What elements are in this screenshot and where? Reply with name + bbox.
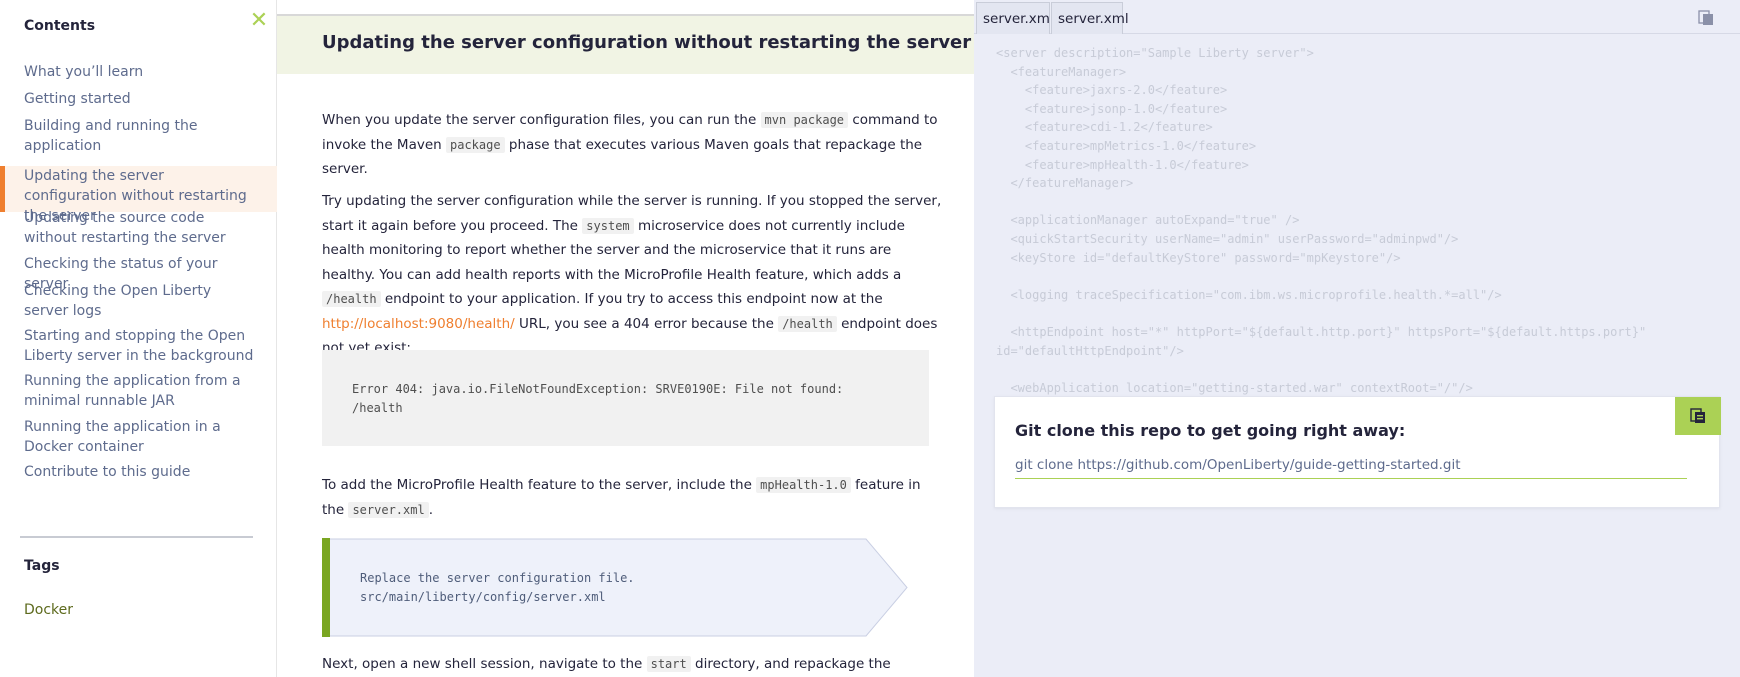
toc-item[interactable]: What you’ll learn xyxy=(0,62,277,82)
error-code: Error 404: java.io.FileNotFoundException… xyxy=(352,382,844,415)
text: When you update the server configuration… xyxy=(322,112,761,128)
text: . xyxy=(428,501,433,518)
inline-code: mvn package xyxy=(760,112,849,128)
paragraph-1: When you update the server configuration… xyxy=(322,108,942,182)
health-endpoint-link[interactable]: http://localhost:9080/health/ xyxy=(322,316,515,332)
toc-item[interactable]: Running the application from a minimal r… xyxy=(0,371,277,411)
file-tab-bar: server.xml server.xml xyxy=(974,0,1740,34)
toc-item[interactable]: Checking the Open Liberty server logs xyxy=(0,281,277,321)
inline-code: start xyxy=(646,656,691,672)
replace-file-action[interactable]: Replace the server configuration file. s… xyxy=(322,538,908,637)
inline-code: mpHealth-1.0 xyxy=(756,477,851,493)
action-text: Replace the server configuration file. s… xyxy=(360,571,635,604)
toc-item[interactable]: Getting started xyxy=(0,89,277,109)
inline-code: /health xyxy=(778,315,837,332)
text: To add the MicroProfile Health feature t… xyxy=(322,477,757,493)
copy-clone-button[interactable] xyxy=(1675,397,1721,435)
code-panel: server.xml server.xml <server descriptio… xyxy=(974,0,1740,677)
git-clone-command[interactable]: git clone https://github.com/OpenLiberty… xyxy=(1015,457,1687,479)
toc-item[interactable]: Contribute to this guide xyxy=(0,462,277,482)
toc-item[interactable]: Starting and stopping the Open Liberty s… xyxy=(0,326,277,366)
tab-server-xml-1[interactable]: server.xml xyxy=(976,2,1054,34)
sidebar: Contents ✕ What you’ll learn Getting star… xyxy=(0,0,277,677)
text: endpoint to your application. If you try… xyxy=(380,291,883,307)
toc-item[interactable]: Building and running the application xyxy=(0,116,277,156)
git-clone-title: Git clone this repo to get going right a… xyxy=(1015,421,1406,440)
section-header: Updating the server configuration withou… xyxy=(277,16,974,74)
inline-code: /health xyxy=(322,291,381,307)
toc-item[interactable]: Updating the server configuration withou… xyxy=(0,166,277,224)
error-code-block: Error 404: java.io.FileNotFoundException… xyxy=(322,350,929,446)
tag-docker[interactable]: Docker xyxy=(24,602,73,618)
toc-item[interactable]: Updating the source code without restart… xyxy=(0,208,277,248)
copy-file-icon[interactable] xyxy=(1698,10,1714,26)
inline-code: package xyxy=(446,136,505,153)
text: URL, you see a 404 error because the xyxy=(514,315,779,332)
section-title: Updating the server configuration withou… xyxy=(322,32,972,53)
tags-heading: Tags xyxy=(24,558,60,574)
inline-code: server.xml xyxy=(348,501,429,518)
server-xml-code: <server description="Sample Liberty serv… xyxy=(996,46,1647,395)
paragraph-4: Next, open a new shell session, navigate… xyxy=(322,652,942,677)
close-icon[interactable]: ✕ xyxy=(248,10,270,32)
tab-server-xml-2[interactable]: server.xml xyxy=(1051,2,1129,34)
copy-icon xyxy=(1690,408,1705,423)
git-clone-panel: Git clone this repo to get going right a… xyxy=(994,396,1721,508)
text: Next, open a new shell session, navigate… xyxy=(322,656,647,672)
toc-item[interactable]: Running the application in a Docker cont… xyxy=(0,417,277,457)
contents-heading: Contents xyxy=(24,18,96,34)
paragraph-2: Try updating the server configuration wh… xyxy=(322,189,942,361)
divider xyxy=(20,536,253,538)
guide-content: Updating the server configuration withou… xyxy=(277,0,974,677)
inline-code: system xyxy=(582,217,634,234)
paragraph-3: To add the MicroProfile Health feature t… xyxy=(322,473,942,522)
